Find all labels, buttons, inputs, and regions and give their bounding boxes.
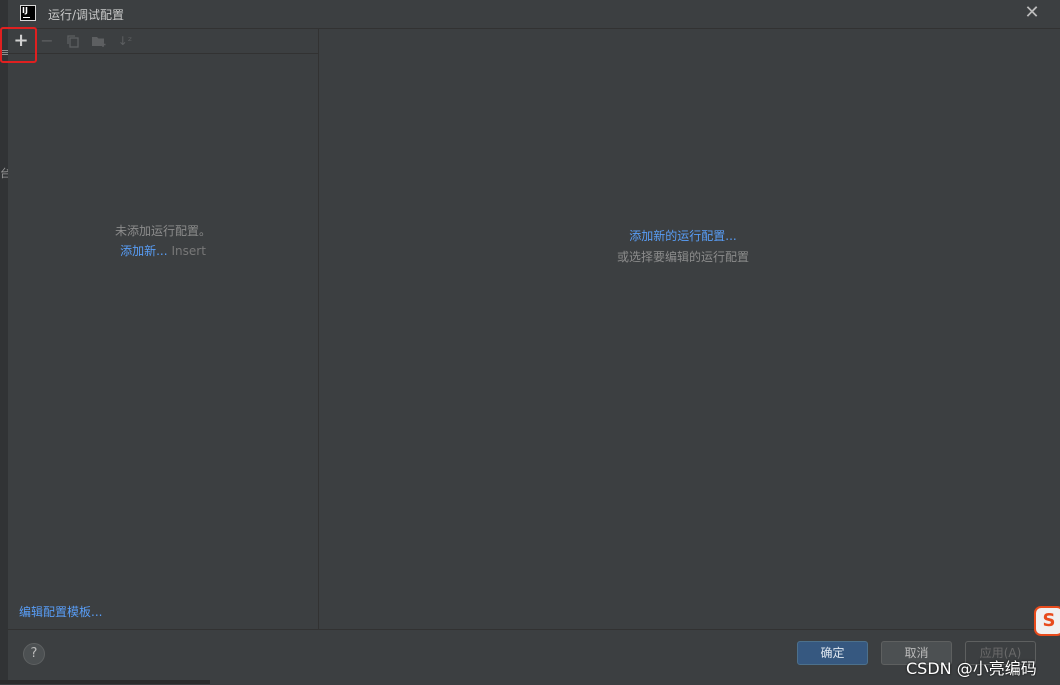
bottom-edge-strip <box>0 680 210 684</box>
add-new-row: 添加新... Insert <box>8 242 318 259</box>
remove-configuration-button[interactable]: − <box>37 32 57 50</box>
help-button[interactable]: ? <box>23 643 45 665</box>
close-icon[interactable]: ✕ <box>1022 3 1042 23</box>
new-folder-button[interactable] <box>89 32 109 50</box>
window-title: 运行/调试配置 <box>48 8 125 22</box>
empty-list-message: 未添加运行配置。 <box>114 224 211 238</box>
logo-text: IJ <box>22 6 28 15</box>
add-new-run-config-link[interactable]: 添加新的运行配置... <box>629 229 736 243</box>
csdn-watermark: CSDN @小亮编码 <box>906 659 1037 678</box>
sort-configurations-button[interactable]: ↓ᶻ <box>115 32 135 50</box>
ok-button[interactable]: 确定 <box>797 641 868 665</box>
config-toolbar: + − ↓ᶻ <box>0 27 318 63</box>
add-new-config-row: 添加新的运行配置... <box>319 227 1047 244</box>
add-configuration-button[interactable]: + <box>11 32 31 50</box>
edit-templates-link[interactable]: 编辑配置模板... <box>19 603 102 620</box>
folder-add-icon <box>92 37 106 47</box>
dialog-footer: ? 确定 取消 应用(A) <box>8 629 1060 685</box>
insert-shortcut-hint: Insert <box>171 244 206 258</box>
title-bar: IJ 运行/调试配置 ✕ <box>8 0 1060 29</box>
copy-icon <box>67 35 79 48</box>
add-new-link[interactable]: 添加新... <box>120 244 167 258</box>
copy-configuration-button[interactable] <box>63 32 83 50</box>
intellij-logo-icon: IJ <box>20 5 36 21</box>
sogou-ime-icon[interactable]: S <box>1034 606 1060 636</box>
configuration-list-panel: + − ↓ᶻ 未添加运行配置。 添加新... Insert 编辑配置模板... <box>0 27 319 629</box>
select-config-hint: 或选择要编辑的运行配置 <box>616 250 749 264</box>
configuration-editor-panel: 添加新的运行配置... 或选择要编辑的运行配置 <box>319 29 1060 629</box>
